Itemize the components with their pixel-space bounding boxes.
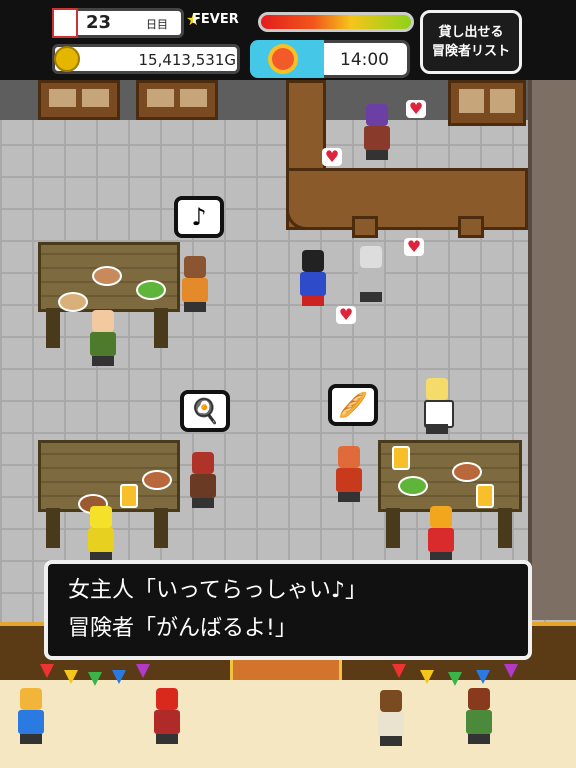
table-leg	[154, 508, 168, 548]
sun-icon	[272, 48, 294, 70]
bar-counter	[286, 168, 528, 230]
lend-button-line1: 貸し出せる	[438, 25, 504, 40]
stool	[352, 216, 378, 238]
bunting-flag	[136, 664, 150, 678]
bunting-flag	[88, 672, 102, 686]
bunting-flag	[392, 664, 406, 678]
heart-icon: ♥	[322, 148, 342, 166]
heart-icon: ♥	[336, 306, 356, 324]
bunting-flag	[420, 670, 434, 684]
beer-mug	[392, 446, 410, 470]
gold-amount: 15,413,531G	[138, 51, 236, 69]
music-note-bubble: ♪	[174, 196, 224, 238]
window	[38, 80, 120, 120]
food-plate	[58, 292, 88, 312]
food-plate	[452, 462, 482, 482]
red-haired-adventurer[interactable]	[186, 452, 220, 508]
bread-request-bubble: 🥖	[328, 384, 378, 426]
table-leg	[498, 508, 512, 548]
day-unit: 日目	[146, 18, 168, 31]
omelet-request-bubble: 🍳	[180, 390, 230, 432]
coin-icon	[54, 46, 80, 72]
bald-warrior[interactable]	[332, 446, 366, 502]
fever-gauge	[258, 12, 414, 32]
bunting-flag	[448, 672, 462, 686]
adventurer-girl[interactable]	[178, 256, 212, 312]
table-leg	[154, 308, 168, 348]
bunting-flag	[64, 670, 78, 684]
table-leg	[386, 508, 400, 548]
bunting-flag	[112, 670, 126, 684]
yellow-creature-customer[interactable]	[84, 506, 118, 562]
food-plate	[142, 470, 172, 490]
salad-plate	[398, 476, 428, 496]
time-text: 14:00	[340, 50, 389, 70]
bunting-flag	[40, 664, 54, 678]
waitress[interactable]	[420, 378, 454, 434]
dialog-line-1: 女主人「いってらっしゃい♪」	[68, 578, 367, 603]
lend-button-line2: 冒険者リスト	[431, 44, 510, 59]
beer-mug	[120, 484, 138, 508]
heart-icon: ♥	[404, 238, 424, 256]
right-wall	[528, 80, 576, 620]
dialog-box[interactable]: 女主人「いってらっしゃい♪」 冒険者「がんばるよ!」	[44, 560, 532, 660]
calendar-icon	[52, 8, 78, 38]
fever-label: FEVER	[192, 12, 239, 27]
heart-icon: ♥	[406, 100, 426, 118]
beer-mug	[476, 484, 494, 508]
lendable-adventurers-button[interactable]: 貸し出せる 冒険者リスト	[420, 10, 522, 74]
table-leg	[46, 308, 60, 348]
window	[136, 80, 218, 120]
hero-adventurer[interactable]	[296, 250, 330, 306]
red-haired-adventurer-walking[interactable]	[150, 688, 184, 744]
table-leg	[46, 508, 60, 548]
knight-adventurer[interactable]	[354, 246, 388, 302]
window	[448, 80, 526, 126]
stool	[458, 216, 484, 238]
bunting-flag	[476, 670, 490, 684]
crowned-customer[interactable]	[424, 506, 458, 562]
headband-adventurer[interactable]	[462, 688, 496, 744]
old-man-customer[interactable]	[86, 310, 120, 366]
bunting-flag	[504, 664, 518, 678]
dialog-line-2: 冒険者「がんばるよ!」	[68, 616, 297, 641]
salad-plate	[136, 280, 166, 300]
food-plate	[92, 266, 122, 286]
day-number: 23	[86, 12, 112, 33]
brown-haired-adventurer[interactable]	[374, 690, 408, 746]
tavern-keeper[interactable]	[360, 104, 394, 160]
blonde-adventurer[interactable]	[14, 688, 48, 744]
